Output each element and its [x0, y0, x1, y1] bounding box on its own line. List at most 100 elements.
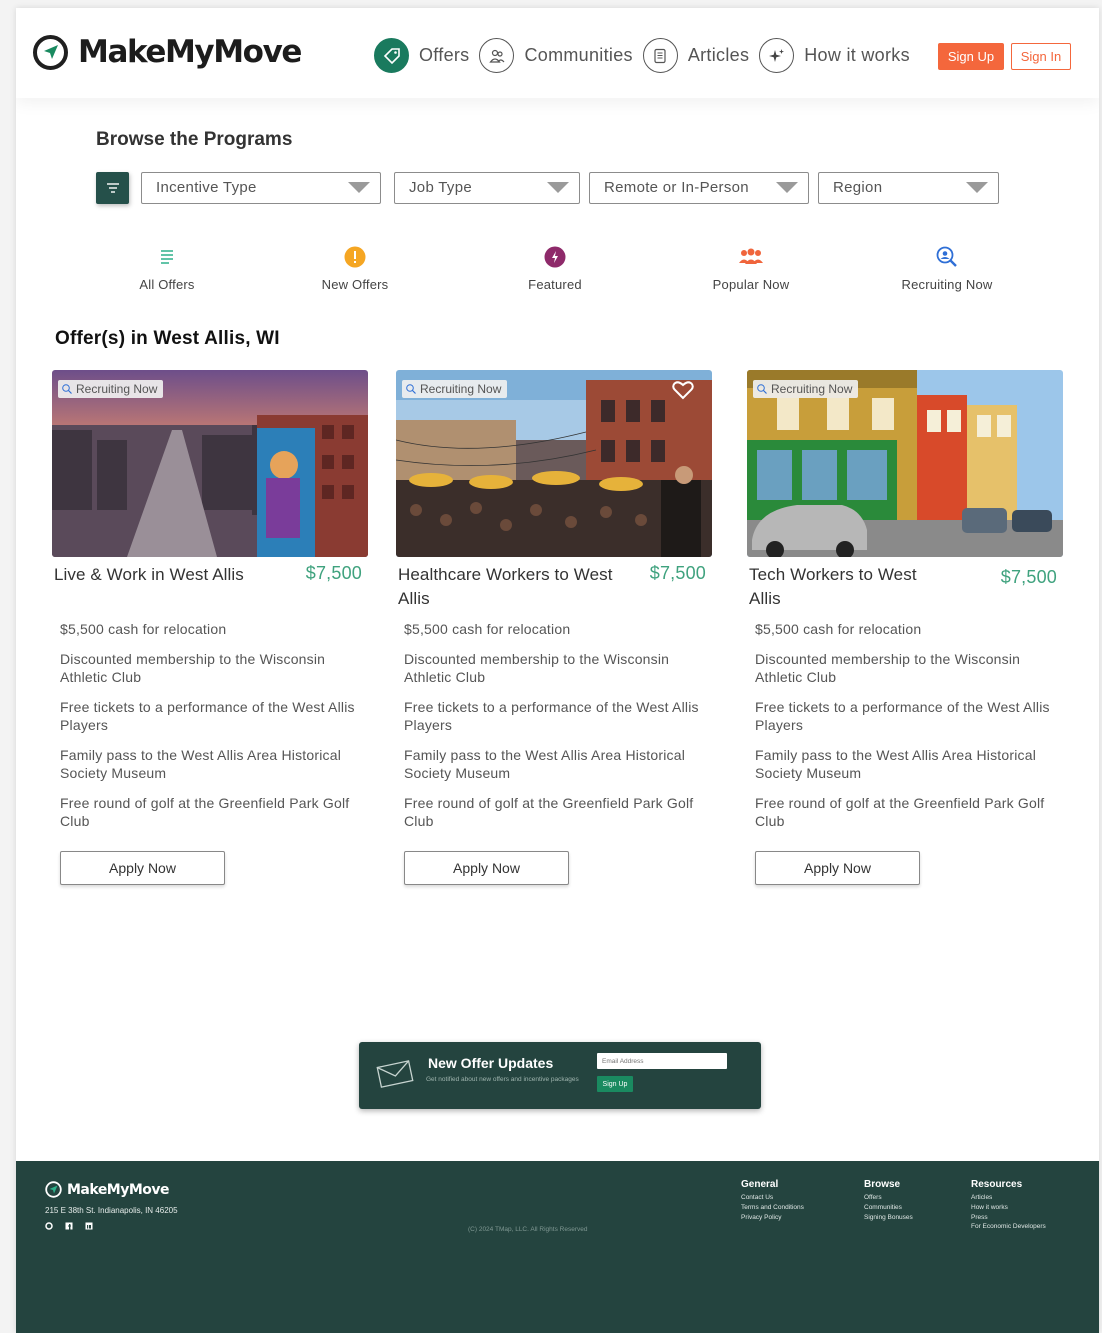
logo-mark-icon — [33, 34, 68, 70]
badge-label: Recruiting Now — [771, 382, 853, 396]
logo[interactable]: MakeMyMove — [33, 34, 302, 70]
newsletter-box: New Offer Updates Get notified about new… — [359, 1042, 761, 1109]
incentive-type-select[interactable]: Incentive Type — [141, 172, 381, 204]
perk-list: $5,500 cash for relocation Discounted me… — [404, 620, 704, 842]
nav-communities-label: Communities — [524, 45, 633, 65]
perk-item: $5,500 cash for relocation — [755, 621, 922, 637]
main-nav: Offers Communities Articles How it works — [374, 38, 920, 73]
job-type-select[interactable]: Job Type — [394, 172, 580, 204]
list-icon — [97, 245, 237, 269]
offer-image-plaza[interactable]: Recruiting Now — [396, 370, 712, 557]
chevron-down-icon — [547, 182, 569, 193]
chevron-down-icon — [776, 182, 798, 193]
linkedin-icon[interactable] — [85, 1222, 93, 1230]
remote-select[interactable]: Remote or In-Person — [589, 172, 809, 204]
tab-recruiting-now-label: Recruiting Now — [901, 277, 993, 292]
tab-new-offers[interactable]: New Offers — [285, 245, 425, 292]
lightning-icon — [485, 245, 625, 269]
group-icon — [681, 245, 821, 269]
newsletter-title: New Offer Updates — [428, 1055, 554, 1071]
perk-list: $5,500 cash for relocation Discounted me… — [755, 620, 1055, 842]
user-search-icon — [406, 384, 416, 394]
copyright: (C) 2024 TMap, LLC. All Rights Reserved — [468, 1226, 588, 1233]
footer-link-communities[interactable]: Communities — [864, 1203, 913, 1213]
chevron-down-icon — [966, 182, 988, 193]
footer-link-press[interactable]: Press — [971, 1213, 1046, 1223]
perk-item: Discounted membership to the Wisconsin A… — [755, 651, 1021, 685]
tab-recruiting-now[interactable]: Recruiting Now — [877, 245, 1017, 292]
perk-item: Free tickets to a performance of the Wes… — [404, 699, 699, 733]
remote-label: Remote or In-Person — [604, 179, 749, 196]
sign-in-button[interactable]: Sign In — [1011, 43, 1071, 70]
perk-item: $5,500 cash for relocation — [60, 621, 227, 637]
instagram-icon[interactable] — [45, 1222, 53, 1230]
recruiting-badge: Recruiting Now — [58, 380, 164, 398]
region-select[interactable]: Region — [818, 172, 999, 204]
offer-title[interactable]: Healthcare Workers to West Allis — [398, 563, 618, 611]
tab-popular-now[interactable]: Popular Now — [681, 245, 821, 292]
footer-link-offers[interactable]: Offers — [864, 1193, 913, 1203]
social-links — [45, 1222, 105, 1230]
tab-featured[interactable]: Featured — [485, 245, 625, 292]
nav-offers[interactable]: Offers — [374, 38, 469, 73]
filter-icon — [106, 183, 119, 193]
tab-all-offers[interactable]: All Offers — [97, 245, 237, 292]
offer-image-storefront[interactable]: Recruiting Now — [747, 370, 1063, 557]
footer-address: 215 E 38th St. Indianapolis, IN 46205 — [45, 1206, 178, 1215]
recruiting-badge: Recruiting Now — [753, 380, 859, 398]
tab-all-offers-label: All Offers — [139, 277, 195, 292]
offer-price: $7,500 — [649, 563, 706, 583]
perk-item: Family pass to the West Allis Area Histo… — [404, 747, 686, 781]
recruiting-badge: Recruiting Now — [402, 380, 508, 398]
footer-logo[interactable]: MakeMyMove — [45, 1181, 170, 1198]
tab-popular-now-label: Popular Now — [712, 277, 790, 292]
logo-text: MakeMyMove — [78, 34, 302, 70]
exclamation-icon — [285, 245, 425, 269]
filter-button[interactable] — [96, 172, 129, 204]
email-input[interactable] — [597, 1053, 727, 1069]
sparkle-icon — [759, 38, 795, 73]
chevron-down-icon — [348, 182, 370, 193]
footer-col-general: General Contact Us Terms and Conditions … — [741, 1179, 804, 1222]
footer-link-contact-us[interactable]: Contact Us — [741, 1193, 804, 1203]
offer-title[interactable]: Tech Workers to West Allis — [749, 563, 939, 611]
header: MakeMyMove Offers Communities Articles H… — [16, 8, 1099, 98]
footer-link-how-it-works[interactable]: How it works — [971, 1203, 1046, 1213]
perk-list: $5,500 cash for relocation Discounted me… — [60, 620, 360, 842]
page: MakeMyMove Offers Communities Articles H… — [16, 8, 1099, 1333]
perk-item: Free round of golf at the Greenfield Par… — [404, 795, 694, 829]
tag-icon — [374, 38, 409, 73]
user-search-icon — [62, 384, 72, 394]
tab-featured-label: Featured — [528, 277, 582, 292]
apply-now-button[interactable]: Apply Now — [404, 851, 569, 885]
offer-image-city[interactable]: Recruiting Now — [52, 370, 368, 557]
logo-mark-icon — [45, 1181, 62, 1198]
apply-now-button[interactable]: Apply Now — [755, 851, 920, 885]
nav-articles[interactable]: Articles — [642, 38, 749, 73]
heart-icon[interactable] — [672, 380, 694, 405]
sign-up-button[interactable]: Sign Up — [938, 43, 1004, 70]
footer-link-privacy[interactable]: Privacy Policy — [741, 1213, 804, 1223]
perk-item: Free round of golf at the Greenfield Par… — [755, 795, 1045, 829]
nav-how-it-works-label: How it works — [804, 45, 910, 65]
offer-title[interactable]: Live & Work in West Allis — [54, 563, 274, 587]
perk-item: Discounted membership to the Wisconsin A… — [404, 651, 670, 685]
footer-link-terms[interactable]: Terms and Conditions — [741, 1203, 804, 1213]
badge-label: Recruiting Now — [76, 382, 158, 396]
offer-price: $7,500 — [1000, 567, 1057, 587]
nav-communities[interactable]: Communities — [479, 38, 633, 73]
nav-offers-label: Offers — [419, 45, 470, 65]
offer-card: Recruiting Now Tech Workers to West Alli… — [747, 370, 1063, 885]
perk-item: Free round of golf at the Greenfield Par… — [60, 795, 350, 829]
offer-card: Recruiting Now Healthcare Workers to Wes… — [396, 370, 712, 885]
nav-how-it-works[interactable]: How it works — [759, 38, 910, 73]
footer: MakeMyMove 215 E 38th St. Indianapolis, … — [16, 1161, 1099, 1333]
facebook-icon[interactable] — [65, 1222, 73, 1230]
footer-link-signing-bonuses[interactable]: Signing Bonuses — [864, 1213, 913, 1223]
apply-now-button[interactable]: Apply Now — [60, 851, 225, 885]
newsletter-sign-up-button[interactable]: Sign Up — [597, 1076, 633, 1092]
perk-item: $5,500 cash for relocation — [404, 621, 571, 637]
incentive-type-label: Incentive Type — [156, 179, 257, 196]
footer-link-economic-developers[interactable]: For Economic Developers — [971, 1222, 1046, 1232]
footer-link-articles[interactable]: Articles — [971, 1193, 1046, 1203]
